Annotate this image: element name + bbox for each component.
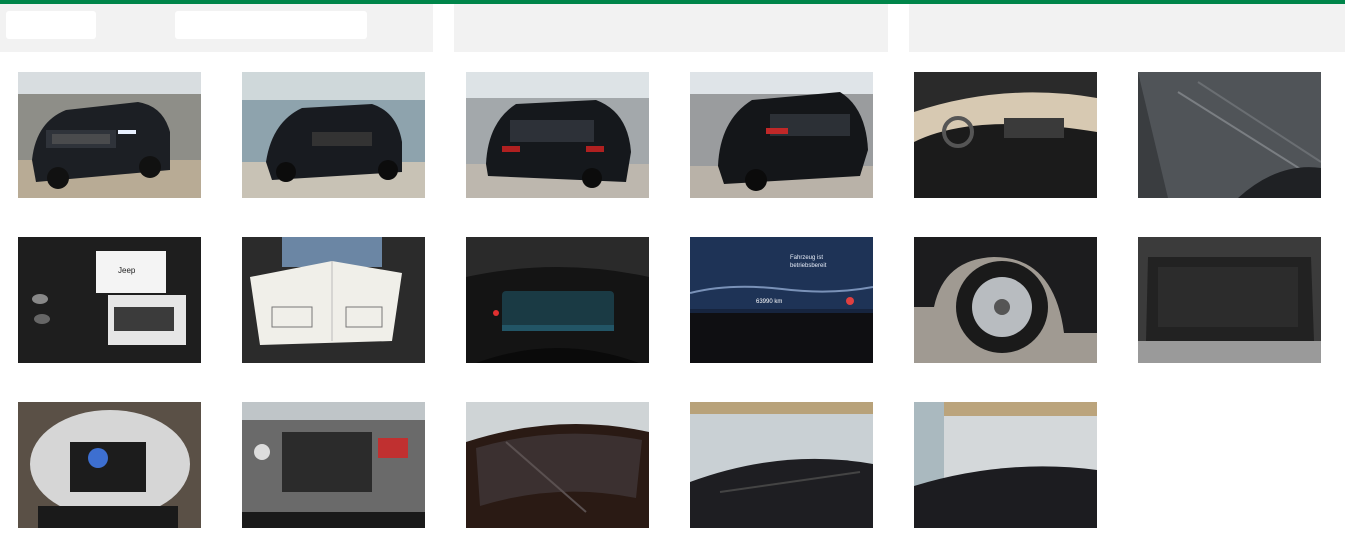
photo-thumb-boot[interactable]: [1138, 237, 1321, 363]
photo-thumb-keys-manuals[interactable]: Jeep: [18, 237, 201, 363]
photo-thumb-roof[interactable]: [690, 402, 873, 528]
cluster-message-line-1: Fahrzeug ist: [790, 255, 823, 261]
photo-thumb-wheel[interactable]: [914, 237, 1097, 363]
filter-panel-middle: [454, 4, 888, 52]
photo-thumb-dashboard[interactable]: [914, 72, 1097, 198]
key-icon: Jeep: [18, 237, 201, 363]
filter-panel-right: [909, 4, 1345, 52]
photo-thumb-front[interactable]: [242, 72, 425, 198]
gauge-icon: [466, 237, 649, 363]
filter-field-a[interactable]: [6, 11, 96, 39]
wheel-icon: [914, 237, 1097, 363]
filter-field-b[interactable]: [175, 11, 367, 39]
trunk-icon: [1138, 237, 1321, 363]
photo-thumb-service-booklet[interactable]: [242, 237, 425, 363]
photo-thumb-rear-left[interactable]: [690, 72, 873, 198]
odometer-readout: 63990 km: [756, 299, 782, 305]
book-icon: [242, 237, 425, 363]
car-rear-icon: [466, 72, 649, 198]
photo-thumb-engine-bay[interactable]: [242, 402, 425, 528]
spare-wheel-icon: [18, 402, 201, 528]
cluster-message-line-2: betriebsbereit: [790, 263, 827, 269]
dashboard-icon: [914, 72, 1097, 198]
windscreen-icon: [466, 402, 649, 528]
photo-thumb-roof-hall[interactable]: [914, 402, 1097, 528]
roof-icon: [690, 402, 873, 528]
manual-brand-text: Jeep: [118, 266, 136, 275]
car-front-icon: [242, 72, 425, 198]
photo-thumb-cluster-warning[interactable]: Fahrzeug ist betriebsbereit 63990 km: [690, 237, 873, 363]
photo-thumb-rear[interactable]: [466, 72, 649, 198]
roof-icon: [914, 402, 1097, 528]
photo-thumb-spare-well[interactable]: [18, 402, 201, 528]
photo-thumb-instrument-cluster[interactable]: [466, 237, 649, 363]
car-rear-icon: [690, 72, 873, 198]
photo-thumb-windscreen[interactable]: [466, 402, 649, 528]
car-front-icon: [18, 72, 201, 198]
engine-icon: [242, 402, 425, 528]
photo-thumb-front-left[interactable]: [18, 72, 201, 198]
photo-thumb-door-panel[interactable]: [1138, 72, 1321, 198]
gauge-icon: Fahrzeug ist betriebsbereit 63990 km: [690, 237, 873, 363]
door-icon: [1138, 72, 1321, 198]
filter-panel-left: [0, 4, 433, 52]
